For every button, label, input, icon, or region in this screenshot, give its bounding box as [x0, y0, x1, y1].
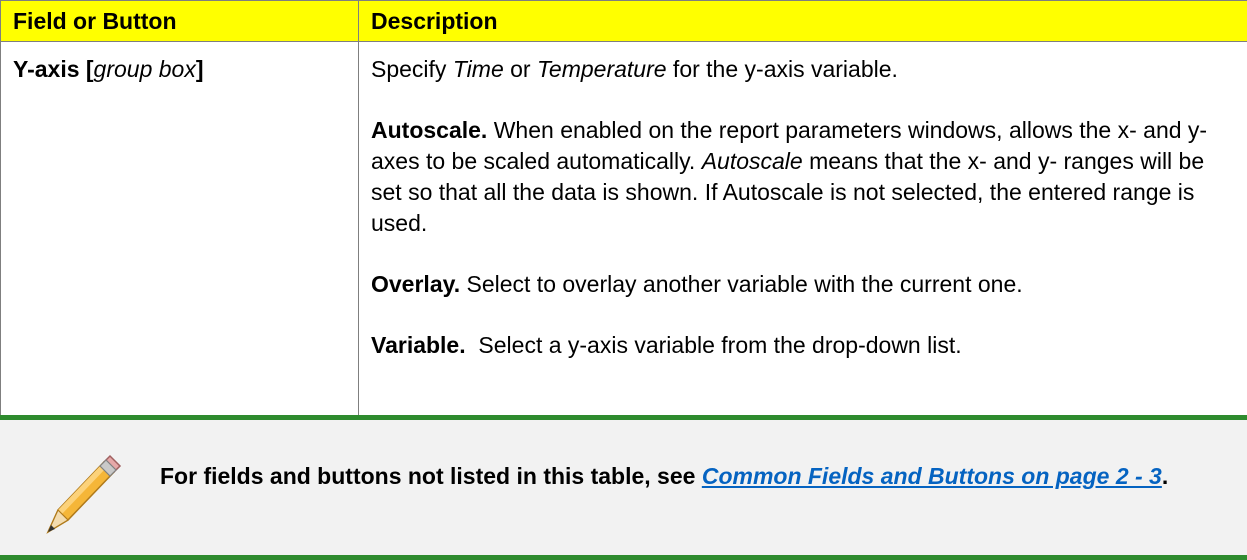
intro-post: for the y-axis variable.	[666, 56, 898, 82]
variable-text: Select a y-axis variable from the drop-d…	[465, 332, 962, 358]
overlay-text: Select to overlay another variable with …	[460, 271, 1023, 297]
intro-pre: Specify	[371, 56, 453, 82]
field-name-italic: group box	[93, 56, 196, 82]
intro-time: Time	[452, 56, 504, 82]
intro-temperature: Temperature	[536, 56, 667, 82]
pencil-icon	[46, 454, 122, 534]
description-cell: Specify Time or Temperature for the y-ax…	[358, 41, 1247, 419]
header-description: Description	[358, 0, 1247, 42]
header-field-or-button: Field or Button	[0, 0, 359, 42]
overlay-paragraph: Overlay. Select to overlay another varia…	[371, 269, 1233, 300]
table-row: Y-axis [group box] Specify Time or Tempe…	[0, 41, 1247, 419]
note-text: For fields and buttons not listed in thi…	[160, 458, 1220, 494]
field-name-close: ]	[195, 56, 204, 82]
autoscale-paragraph: Autoscale. When enabled on the report pa…	[371, 115, 1233, 239]
variable-paragraph: Variable. Select a y-axis variable from …	[371, 330, 1233, 361]
autoscale-italic: Autoscale	[701, 148, 803, 174]
variable-label: Variable.	[371, 332, 466, 358]
note-box: For fields and buttons not listed in thi…	[0, 415, 1247, 560]
field-name-cell: Y-axis [group box]	[0, 41, 359, 419]
field-description-table: Field or Button Description Y-axis [grou…	[0, 0, 1247, 419]
common-fields-link[interactable]: Common Fields and Buttons on page 2 - 3	[702, 463, 1162, 489]
autoscale-label: Autoscale.	[371, 117, 488, 143]
field-name-main: Y-axis [	[13, 56, 94, 82]
table-header-row: Field or Button Description	[0, 0, 1247, 42]
intro-paragraph: Specify Time or Temperature for the y-ax…	[371, 54, 1233, 85]
note-text-pre: For fields and buttons not listed in thi…	[160, 463, 702, 489]
intro-or: or	[503, 56, 537, 82]
note-text-post: .	[1161, 463, 1169, 489]
overlay-label: Overlay.	[371, 271, 461, 297]
